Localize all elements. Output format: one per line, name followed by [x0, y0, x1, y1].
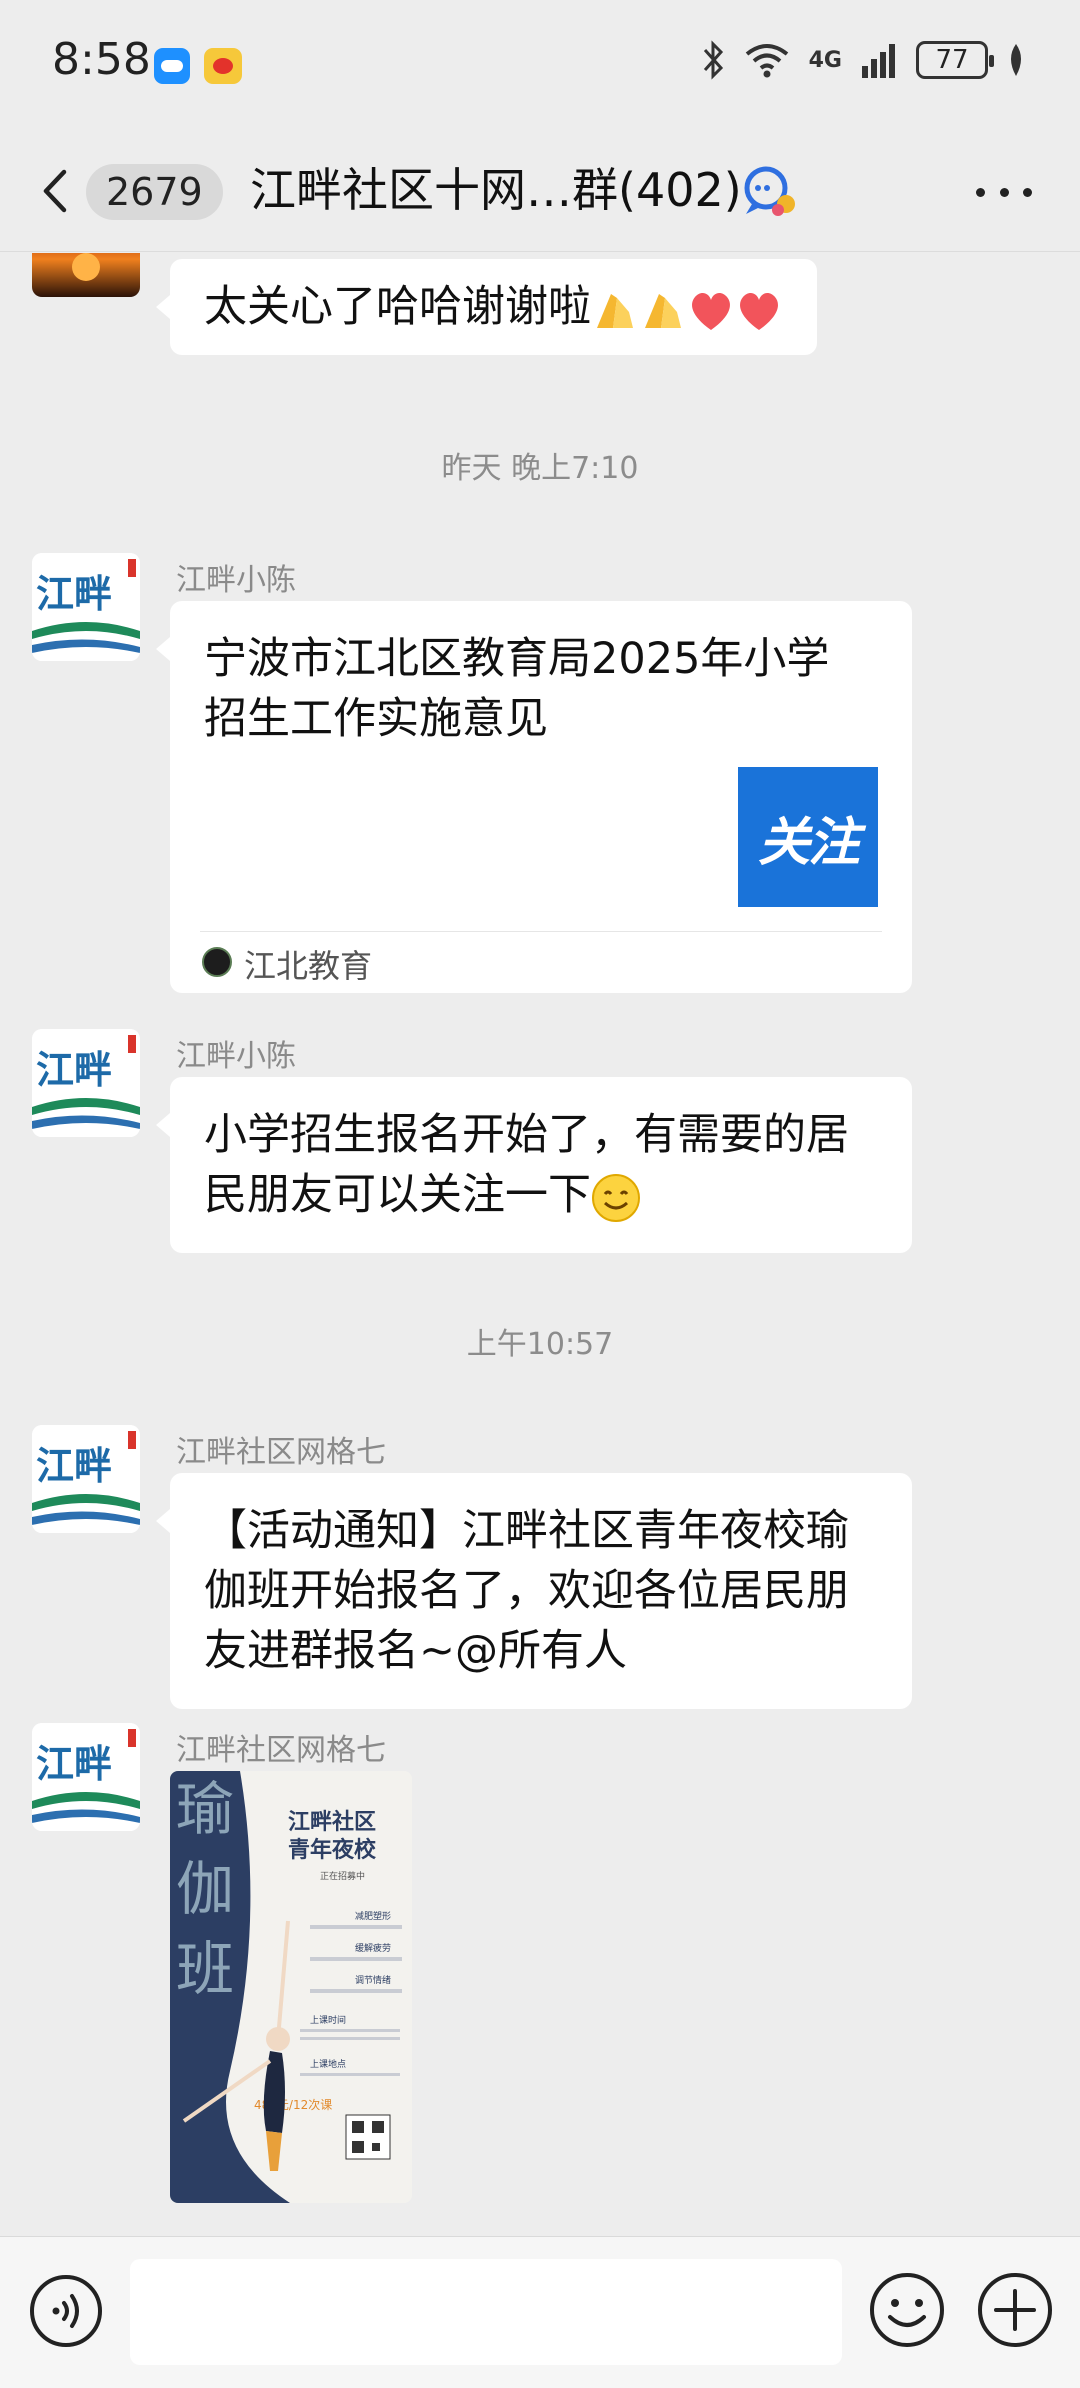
jiangpan-logo-icon: 江畔	[32, 1425, 140, 1533]
weibo-app-icon	[204, 48, 242, 84]
avatar-logo-text: 江畔	[36, 571, 112, 616]
status-bar: 8:58 4G 77	[0, 0, 1080, 128]
poster-side-char: 瑜	[176, 1775, 234, 1843]
status-indicators: 4G 77	[701, 40, 1026, 80]
avatar-logo-text: 江畔	[36, 1047, 112, 1092]
back-arrow-icon[interactable]	[36, 166, 76, 216]
sunset-avatar-image	[72, 253, 100, 281]
timestamp: 昨天 晚上7:10	[441, 451, 639, 486]
more-options-icon[interactable]	[976, 168, 1032, 216]
avatar[interactable]: 江畔	[32, 553, 140, 661]
avatar[interactable]: 江畔	[32, 1723, 140, 1831]
message-bubble[interactable]: 小学招生报名开始了，有需要的居民朋友可以关注一下	[156, 1077, 912, 1253]
unread-count-badge[interactable]: 2679	[86, 164, 223, 220]
divider	[200, 931, 882, 932]
poster-subtitle: 正在招募中	[320, 1870, 365, 1882]
network-type: 4G	[808, 47, 842, 73]
jiangpan-logo-icon: 江畔	[32, 553, 140, 661]
avatar[interactable]: 江畔	[32, 1029, 140, 1137]
link-card-title: 宁波市江北区教育局2025年小学招生工作实施意见	[204, 634, 830, 744]
voice-input-icon[interactable]	[28, 2273, 104, 2349]
add-attachment-icon[interactable]	[976, 2271, 1054, 2349]
poster-place-label: 上课地点	[310, 2058, 346, 2070]
cloud-app-icon	[154, 48, 190, 84]
folded-hands-emoji-icon	[645, 293, 681, 328]
jiangpan-logo-icon: 江畔	[32, 1029, 140, 1137]
avatar-logo-text: 江畔	[36, 1443, 112, 1488]
yoga-poster-image: 瑜 伽 班 江畔社区 青年夜校 正在招募中 减肥塑形 缓解疲劳 调节情绪 上课时…	[170, 1771, 412, 2203]
message-bubble[interactable]: 【活动通知】江畔社区青年夜校瑜伽班开始报名了，欢迎各位居民朋友进群报名~@所有人	[156, 1473, 912, 1709]
signal-icon	[862, 44, 895, 78]
poster-time-label: 上课时间	[310, 2014, 346, 2026]
heart-emoji-icon	[692, 292, 730, 330]
smile-emoji-icon	[592, 1173, 640, 1222]
link-card-source: 江北教育	[244, 947, 373, 985]
poster-title1: 江畔社区	[288, 1809, 376, 1835]
poster-title2: 青年夜校	[288, 1837, 377, 1863]
poster-side-char: 班	[176, 1935, 234, 2003]
battery-level: 77	[935, 45, 969, 75]
leaf-icon	[1011, 44, 1021, 76]
chat-message-list[interactable]: 太关心了哈哈谢谢啦 昨天 晚上7:10 江畔 江畔小陈 宁波市江北区教育局202…	[0, 253, 1080, 2235]
chat-title[interactable]: 江畔社区十网…群(402)	[250, 158, 742, 222]
status-time: 8:58	[52, 34, 151, 85]
sender-name: 江畔社区网格七	[176, 1435, 386, 1470]
jiangpan-logo-icon: 江畔	[32, 1723, 140, 1831]
image-message[interactable]: 瑜 伽 班 江畔社区 青年夜校 正在招募中 减肥塑形 缓解疲劳 调节情绪 上课时…	[170, 1771, 412, 2203]
emoji-picker-icon[interactable]	[868, 2271, 946, 2349]
battery-indicator: 77	[916, 41, 994, 79]
message-bubble[interactable]: 太关心了哈哈谢谢啦	[156, 259, 817, 355]
sender-name: 江畔社区网格七	[176, 1733, 386, 1768]
sender-name: 江畔小陈	[176, 563, 296, 598]
source-account-icon	[202, 947, 232, 977]
wifi-icon	[745, 44, 788, 78]
message-text: 太关心了哈哈谢谢啦	[204, 282, 591, 332]
input-bar	[0, 2236, 1080, 2388]
message-input[interactable]	[130, 2259, 842, 2365]
avatar-logo-text: 江畔	[36, 1741, 112, 1786]
group-channel-icon[interactable]	[740, 164, 798, 218]
link-card[interactable]: 宁波市江北区教育局2025年小学招生工作实施意见 关注 江北教育	[156, 601, 912, 993]
folded-hands-emoji-icon	[597, 293, 633, 328]
chat-header: 2679 江畔社区十网…群(402)	[0, 128, 1080, 252]
link-card-thumbnail: 关注	[738, 767, 878, 907]
timestamp: 上午10:57	[466, 1327, 614, 1362]
poster-side-char: 伽	[176, 1855, 234, 1923]
poster-benefit: 减肥塑形	[355, 1910, 391, 1922]
poster-benefit: 缓解疲劳	[355, 1942, 391, 1954]
sender-name: 江畔小陈	[176, 1039, 296, 1074]
poster-benefit: 调节情绪	[355, 1974, 391, 1986]
thumbnail-text: 关注	[757, 812, 860, 873]
avatar[interactable]	[32, 253, 140, 297]
bluetooth-icon	[703, 40, 723, 80]
heart-emoji-icon	[740, 292, 778, 330]
message-text: 【活动通知】江畔社区青年夜校瑜伽班开始报名了，欢迎各位居民朋友进群报名~@所有人	[204, 1506, 849, 1676]
message-text: 小学招生报名开始了，有需要的居民朋友可以关注一下	[204, 1110, 849, 1220]
avatar[interactable]: 江畔	[32, 1425, 140, 1533]
